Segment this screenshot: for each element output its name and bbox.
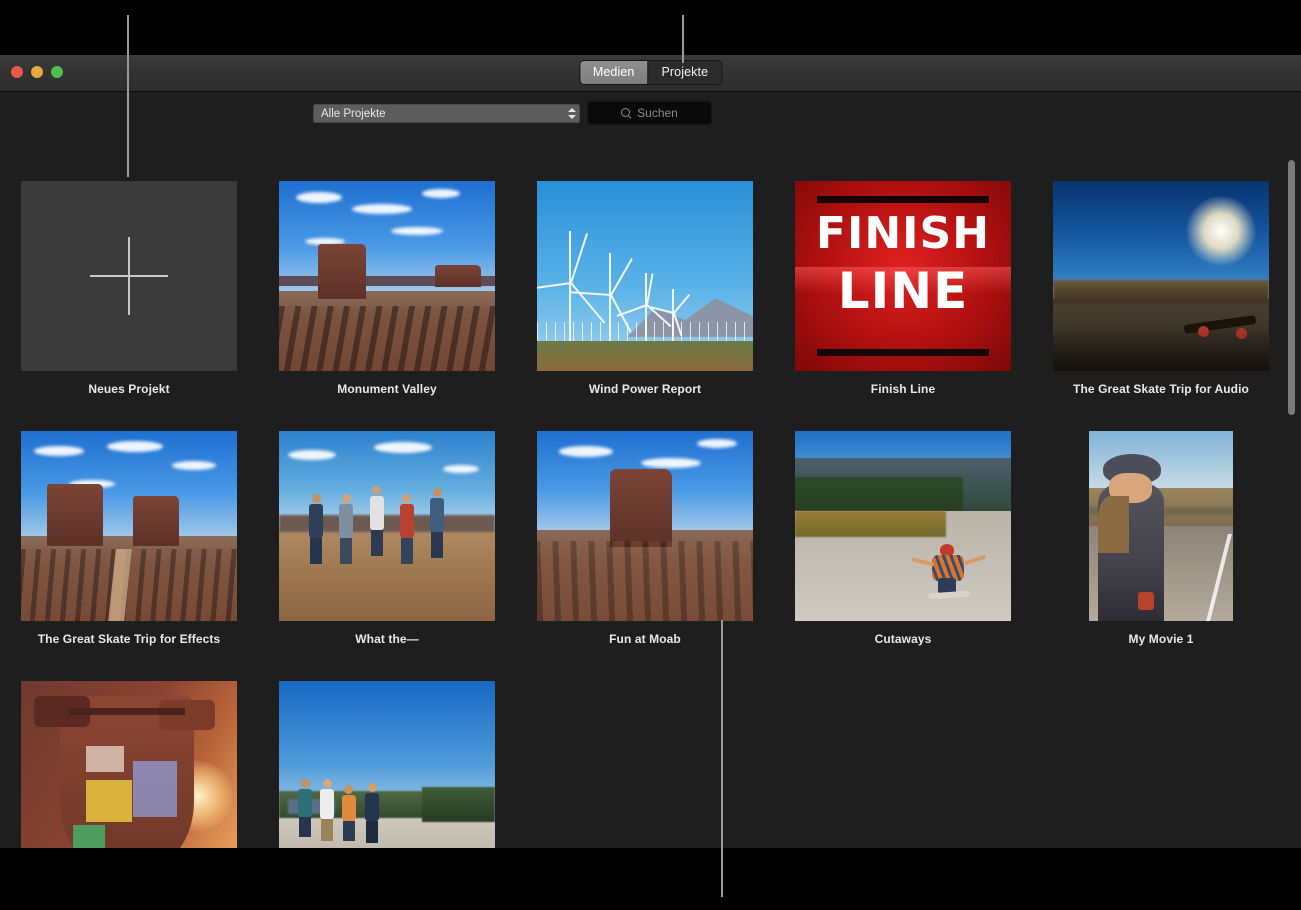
project-title: Neues Projekt: [88, 382, 169, 396]
artwork-skate-deck[interactable]: [21, 681, 237, 848]
project-filter-label: Alle Projekte: [313, 108, 564, 120]
tab-medien[interactable]: Medien: [580, 61, 648, 84]
callout-line-bottom: [721, 620, 723, 897]
project-thumbnail[interactable]: [795, 431, 1011, 621]
scrollbar-thumb[interactable]: [1288, 160, 1295, 415]
project-tile[interactable]: The Great Skate Trip for Audio: [1032, 181, 1290, 396]
artwork-sunset-skate[interactable]: [1053, 181, 1269, 371]
project-title: Finish Line: [871, 382, 935, 396]
screen: Medien Projekte Alle Projekte Suchen: [0, 0, 1301, 910]
view-segmented-control[interactable]: Medien Projekte: [580, 61, 721, 84]
project-tile[interactable]: Cutaways: [774, 431, 1032, 646]
artwork-finish-line[interactable]: FINISH LINE: [795, 181, 1011, 371]
project-tile[interactable]: My Movie 1: [1032, 431, 1290, 646]
filter-bar: Alle Projekte Suchen: [0, 92, 1301, 139]
project-title: The Great Skate Trip for Audio: [1073, 382, 1249, 396]
finish-line-word-2: LINE: [795, 268, 1011, 316]
new-project-placeholder[interactable]: [21, 181, 237, 371]
project-filter-popup[interactable]: Alle Projekte: [313, 104, 580, 123]
project-tile[interactable]: The Great Skate Trip for Effects: [0, 431, 258, 646]
artwork-monument-valley[interactable]: [279, 181, 495, 371]
project-thumbnail[interactable]: [1053, 181, 1269, 371]
finish-line-word-1: FINISH: [795, 213, 1011, 255]
project-title: Wind Power Report: [589, 382, 701, 396]
project-thumbnail[interactable]: [537, 181, 753, 371]
project-thumbnail[interactable]: [279, 681, 495, 848]
plus-icon: [90, 237, 168, 315]
project-title: The Great Skate Trip for Effects: [38, 632, 221, 646]
artwork-monument-valley-2[interactable]: [21, 431, 237, 621]
project-thumbnail[interactable]: [279, 181, 495, 371]
project-thumbnail[interactable]: [537, 431, 753, 621]
project-tile[interactable]: FINISH LINE Finish Line: [774, 181, 1032, 396]
project-thumbnail[interactable]: FINISH LINE: [795, 181, 1011, 371]
artwork-cutaways[interactable]: [795, 431, 1011, 621]
vertical-scrollbar[interactable]: [1288, 160, 1295, 800]
project-title: What the—: [355, 632, 419, 646]
projects-grid: Neues Projekt: [0, 138, 1301, 848]
project-tile[interactable]: Fun at Moab: [516, 431, 774, 646]
search-placeholder: Suchen: [637, 106, 678, 120]
project-thumbnail[interactable]: [21, 431, 237, 621]
artwork-my-movie[interactable]: [1089, 431, 1233, 621]
project-title: My Movie 1: [1128, 632, 1193, 646]
project-tile[interactable]: Monument Valley: [258, 181, 516, 396]
tab-projekte[interactable]: Projekte: [647, 61, 721, 84]
project-tile[interactable]: Neues Projekt: [0, 181, 258, 396]
project-tile[interactable]: [0, 681, 258, 848]
search-field[interactable]: Suchen: [588, 102, 711, 124]
project-thumbnail[interactable]: [21, 181, 237, 371]
projects-scroll-area[interactable]: Neues Projekt: [0, 138, 1301, 848]
project-tile[interactable]: Wind Power Report: [516, 181, 774, 396]
project-thumbnail[interactable]: [279, 431, 495, 621]
traffic-lights: [11, 66, 63, 78]
project-tile[interactable]: [258, 681, 516, 848]
close-button-icon[interactable]: [11, 66, 23, 78]
search-icon: [621, 108, 632, 119]
project-title: Cutaways: [875, 632, 932, 646]
artwork-wind-power[interactable]: [537, 181, 753, 371]
window-titlebar: Medien Projekte: [0, 55, 1301, 92]
artwork-group-jump[interactable]: [279, 431, 495, 621]
callout-line-top: [682, 15, 684, 63]
callout-line-left: [127, 15, 129, 177]
project-thumbnail[interactable]: [1053, 431, 1269, 621]
artwork-monument-butte[interactable]: [537, 431, 753, 621]
skater-figure: [926, 544, 972, 598]
zoom-button-icon[interactable]: [51, 66, 63, 78]
chevron-updown-icon[interactable]: [564, 104, 580, 123]
project-title: Fun at Moab: [609, 632, 681, 646]
artwork-group-walk[interactable]: [279, 681, 495, 848]
minimize-button-icon[interactable]: [31, 66, 43, 78]
imovie-window: Medien Projekte Alle Projekte Suchen: [0, 55, 1301, 848]
project-title: Monument Valley: [337, 382, 437, 396]
project-thumbnail[interactable]: [21, 681, 237, 848]
project-tile[interactable]: What the—: [258, 431, 516, 646]
